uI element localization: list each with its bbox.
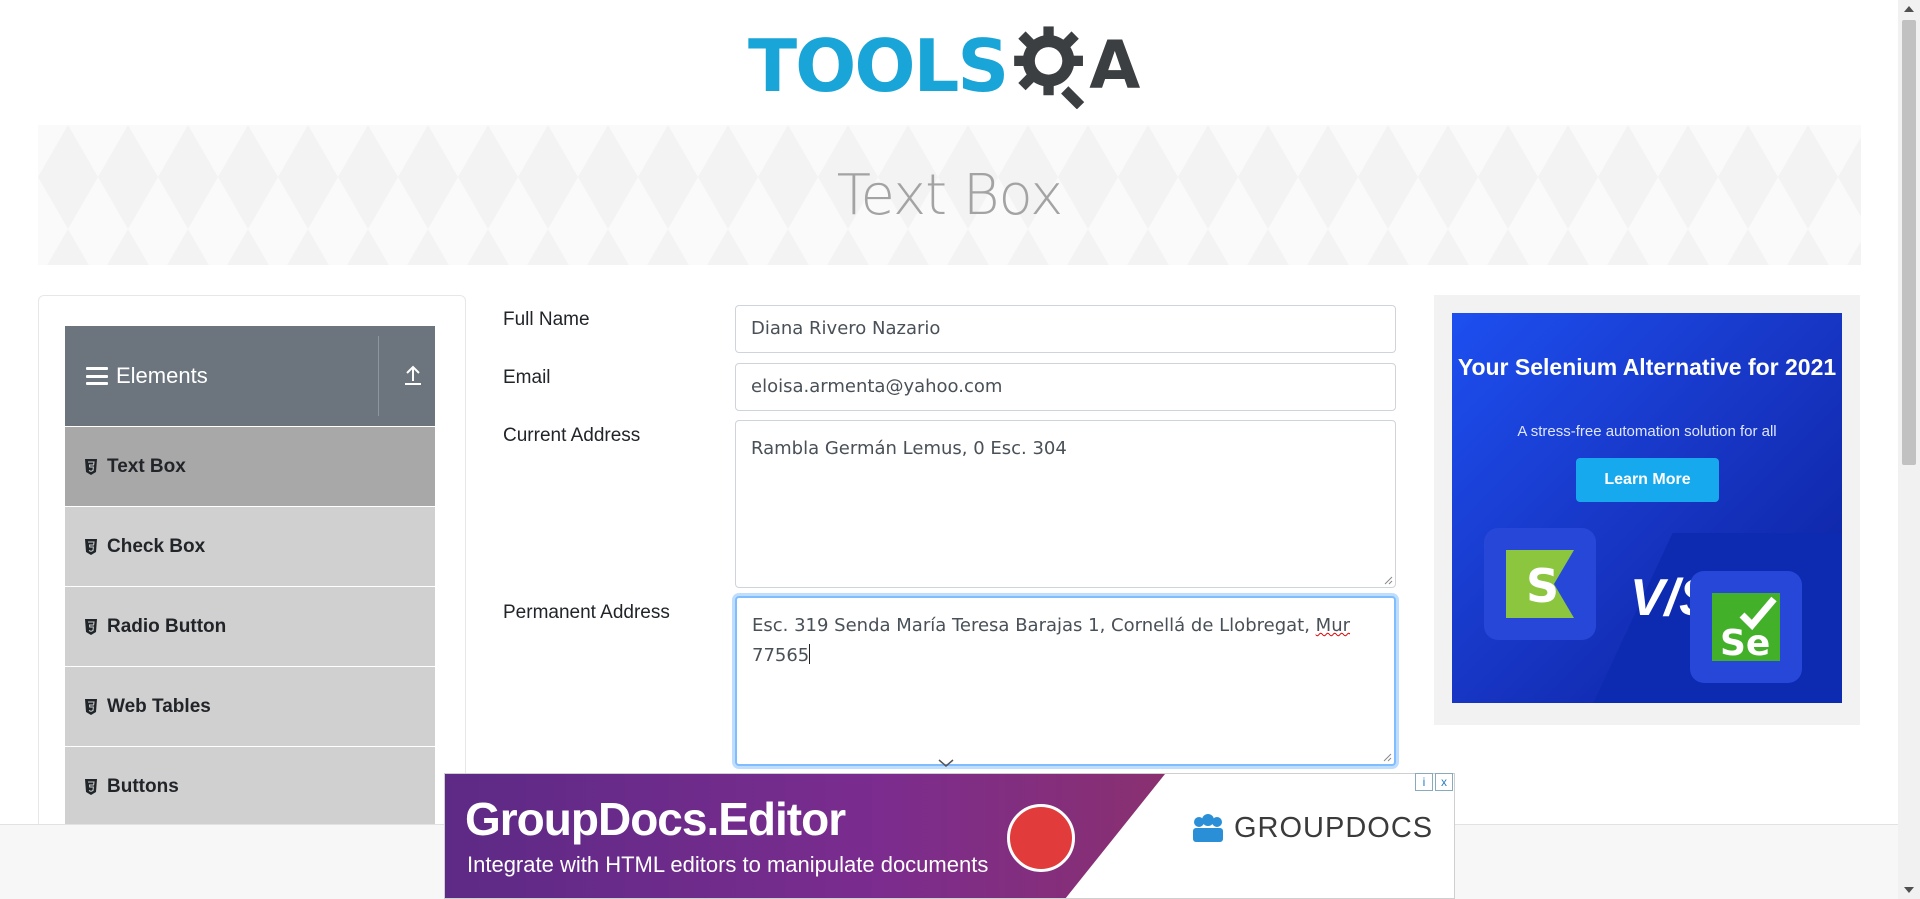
text-caret bbox=[809, 644, 811, 664]
chevron-down-icon[interactable] bbox=[937, 757, 955, 769]
sidebar-item-text-box[interactable]: Text Box bbox=[65, 426, 435, 506]
sidebar: Elements Text Box Check Box Radio Button bbox=[38, 295, 466, 899]
group-title: Elements bbox=[116, 363, 208, 388]
sidebar-item-label: Radio Button bbox=[107, 615, 227, 637]
page-title: Text Box bbox=[836, 162, 1063, 228]
ad-headline: Your Selenium Alternative for 2021 bbox=[1457, 354, 1837, 380]
learn-more-button[interactable]: Learn More bbox=[1576, 458, 1719, 502]
selenium-se-icon: Se bbox=[1712, 593, 1780, 664]
katalon-s-icon: S bbox=[1506, 550, 1574, 618]
current-address-field[interactable]: Rambla Germán Lemus, 0 Esc. 304 bbox=[735, 420, 1396, 588]
scroll-down-arrow-icon[interactable] bbox=[1904, 887, 1914, 893]
sidebar-item-check-box[interactable]: Check Box bbox=[65, 506, 435, 586]
selenium-logo: Se bbox=[1690, 571, 1802, 683]
selenium-se-text: Se bbox=[1720, 623, 1770, 664]
sidebar-item-label: Buttons bbox=[107, 775, 179, 797]
full-name-label: Full Name bbox=[503, 309, 590, 330]
sidebar-item-web-tables[interactable]: Web Tables bbox=[65, 666, 435, 746]
page-banner: Text Box bbox=[38, 125, 1861, 265]
current-address-text: Rambla Germán Lemus, 0 Esc. 304 bbox=[751, 438, 1067, 459]
ad-creative: Your Selenium Alternative for 2021 A str… bbox=[1452, 313, 1842, 703]
katalon-s-text: S bbox=[1526, 559, 1559, 613]
katalon-logo: S bbox=[1484, 528, 1596, 640]
sidebar-item-label: Text Box bbox=[107, 455, 186, 477]
element-menu-list: Text Box Check Box Radio Button Web Tabl… bbox=[65, 426, 435, 826]
groupdocs-logo-icon bbox=[1193, 813, 1223, 842]
header-divider bbox=[378, 336, 379, 416]
scrollbar-thumb[interactable] bbox=[1902, 20, 1916, 465]
groupdocs-brand: GROUPDOCS bbox=[1190, 812, 1433, 845]
scroll-up-arrow-icon[interactable] bbox=[1904, 6, 1914, 12]
elements-group-header[interactable]: Elements bbox=[65, 326, 435, 426]
email-label: Email bbox=[503, 367, 551, 388]
permanent-address-label: Permanent Address bbox=[503, 602, 670, 623]
sidebar-item-label: Web Tables bbox=[107, 695, 211, 717]
email-field[interactable]: eloisa.armenta@yahoo.com bbox=[735, 363, 1396, 411]
logo-text-tools: TOOLS bbox=[748, 24, 1009, 108]
groupdocs-ad[interactable]: GroupDocs.Editor Integrate with HTML edi… bbox=[444, 773, 1455, 899]
html5-icon bbox=[85, 458, 97, 475]
permanent-address-text-line2: 77565 bbox=[752, 645, 810, 666]
ad-tagline: Integrate with HTML editors to manipulat… bbox=[467, 852, 989, 877]
ad-close-icon[interactable]: x bbox=[1435, 773, 1453, 791]
ad-subtitle: A stress-free automation solution for al… bbox=[1517, 423, 1777, 440]
html5-icon bbox=[85, 698, 97, 715]
java-logo-icon bbox=[1007, 804, 1075, 872]
sidebar-item-radio-button[interactable]: Radio Button bbox=[65, 586, 435, 666]
hamburger-icon bbox=[86, 367, 108, 385]
ad-controls: i x bbox=[1415, 773, 1453, 791]
resize-handle-icon[interactable] bbox=[1383, 575, 1393, 585]
spellcheck-word: Mur bbox=[1315, 615, 1351, 636]
brand-name: GROUPDOCS bbox=[1234, 812, 1434, 844]
permanent-address-text: Esc. 319 Senda María Teresa Barajas 1, C… bbox=[752, 615, 1310, 636]
selenium-alternative-ad[interactable]: Your Selenium Alternative for 2021 A str… bbox=[1434, 295, 1860, 725]
toolsqa-logo[interactable]: TOOLS A bbox=[748, 18, 1158, 114]
current-address-label: Current Address bbox=[503, 425, 641, 446]
full-name-field[interactable]: Diana Rivero Nazario bbox=[735, 305, 1396, 353]
sidebar-item-label: Check Box bbox=[107, 535, 206, 557]
gear-magnifier-icon bbox=[1014, 26, 1085, 109]
html5-icon bbox=[85, 778, 97, 795]
ad-title: GroupDocs.Editor bbox=[465, 793, 846, 845]
html5-icon bbox=[85, 538, 97, 555]
sidebar-item-buttons[interactable]: Buttons bbox=[65, 746, 435, 826]
ad-info-icon[interactable]: i bbox=[1415, 773, 1433, 791]
html5-icon bbox=[85, 618, 97, 635]
logo-text-a: A bbox=[1089, 27, 1141, 104]
permanent-address-field[interactable]: Esc. 319 Senda María Teresa Barajas 1, C… bbox=[735, 596, 1396, 766]
page-scrollbar[interactable] bbox=[1898, 0, 1920, 899]
collapse-arrow-icon[interactable] bbox=[400, 362, 426, 388]
resize-handle-icon[interactable] bbox=[1382, 752, 1392, 762]
page: TOOLS A Text Box Elements Text Box Check… bbox=[0, 0, 1920, 899]
